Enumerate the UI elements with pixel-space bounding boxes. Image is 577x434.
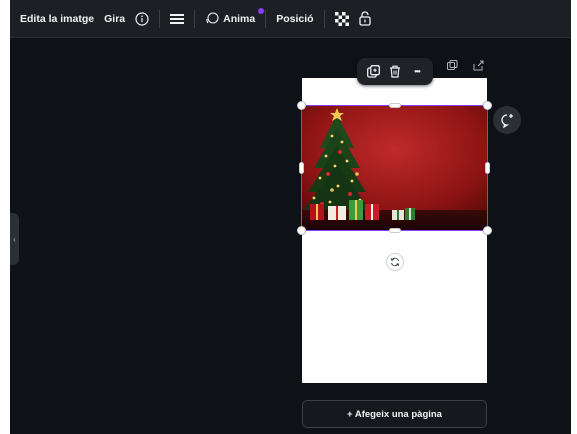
duplicate-icon bbox=[366, 65, 380, 78]
transparency-icon bbox=[334, 11, 349, 26]
lock-button[interactable] bbox=[358, 6, 371, 32]
add-comment-button[interactable] bbox=[493, 106, 521, 134]
floating-element-toolbar: ••• bbox=[357, 58, 433, 85]
add-page-button[interactable]: + Afegeix una pàgina bbox=[302, 400, 487, 428]
info-icon bbox=[135, 11, 149, 26]
trash-icon bbox=[390, 65, 400, 78]
delete-button[interactable] bbox=[385, 62, 405, 82]
animate-label: Anima bbox=[223, 12, 256, 25]
more-options-button[interactable]: ••• bbox=[407, 62, 427, 82]
chevron-left-icon: ‹ bbox=[13, 234, 16, 244]
lock-icon bbox=[358, 11, 371, 26]
resize-handle-top[interactable] bbox=[389, 103, 401, 108]
line-spacing-button[interactable] bbox=[170, 6, 185, 32]
more-icon: ••• bbox=[414, 67, 420, 76]
transparency-button[interactable] bbox=[334, 6, 349, 32]
position-label: Posició bbox=[276, 12, 314, 25]
animate-icon bbox=[206, 11, 219, 24]
duplicate-button[interactable] bbox=[363, 62, 383, 82]
left-edge bbox=[0, 0, 10, 434]
share-icon bbox=[473, 60, 483, 70]
resize-handle-top-right[interactable] bbox=[483, 101, 492, 110]
toolbar-divider bbox=[265, 9, 267, 28]
context-toolbar: Edita la imatge Gira Anima Posició bbox=[10, 0, 571, 38]
toolbar-divider bbox=[159, 9, 161, 28]
resize-handle-bottom-right[interactable] bbox=[483, 226, 492, 235]
resize-handle-bottom[interactable] bbox=[389, 228, 401, 233]
duplicate-page-icon bbox=[446, 59, 457, 70]
christmas-tree-photo[interactable] bbox=[302, 106, 487, 230]
editor-window: Edita la imatge Gira Anima Posició ‹ •••… bbox=[0, 0, 577, 434]
edit-image-button[interactable]: Edita la imatge bbox=[20, 6, 94, 32]
line-spacing-icon bbox=[170, 13, 185, 24]
resize-handle-left[interactable] bbox=[299, 162, 304, 174]
animate-new-badge bbox=[258, 8, 264, 14]
info-button[interactable] bbox=[135, 6, 149, 32]
toolbar-divider bbox=[323, 9, 325, 28]
animate-button[interactable]: Anima bbox=[205, 6, 255, 32]
resize-handle-right[interactable] bbox=[485, 162, 490, 174]
toolbar-divider bbox=[194, 9, 196, 28]
add-page-label: + Afegeix una pàgina bbox=[347, 408, 442, 420]
right-edge bbox=[571, 0, 577, 434]
collapse-panel-button[interactable]: ‹ bbox=[10, 213, 19, 265]
rotate-label: Gira bbox=[104, 12, 126, 25]
rotate-handle[interactable] bbox=[386, 253, 404, 271]
christmas-tree-image bbox=[302, 106, 487, 230]
add-comment-icon bbox=[500, 113, 513, 128]
edit-image-label: Edita la imatge bbox=[20, 12, 95, 25]
resize-handle-bottom-left[interactable] bbox=[297, 226, 306, 235]
rotate-button[interactable]: Gira bbox=[104, 6, 125, 32]
duplicate-page-button[interactable] bbox=[445, 58, 459, 72]
resize-handle-top-left[interactable] bbox=[297, 101, 306, 110]
rotate-icon bbox=[390, 257, 400, 267]
position-button[interactable]: Posició bbox=[276, 6, 313, 32]
share-page-button[interactable] bbox=[471, 58, 485, 72]
